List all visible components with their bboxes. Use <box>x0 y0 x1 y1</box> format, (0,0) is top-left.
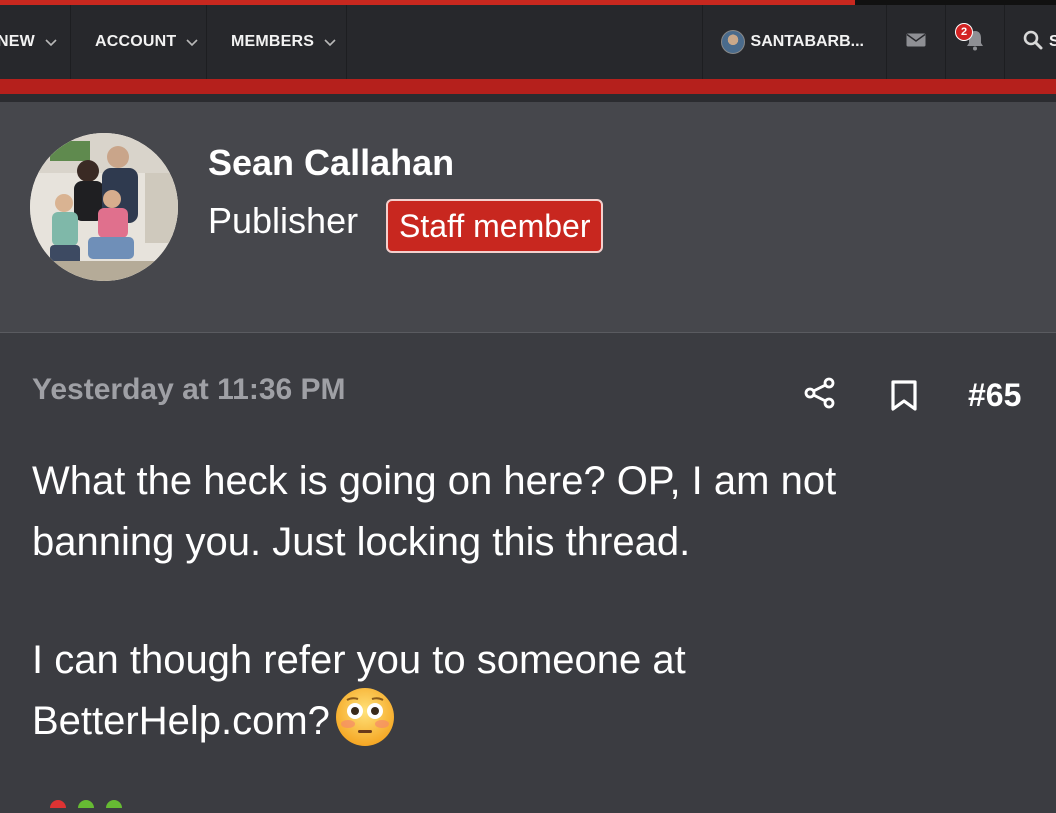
staff-member-badge: Staff member <box>386 199 604 253</box>
post-paragraph: What the heck is going on here? OP, I am… <box>32 451 1022 573</box>
user-avatar <box>720 30 745 54</box>
post-line: What the heck is going on here? OP, I am… <box>32 459 837 503</box>
nav-item-new[interactable]: NEW <box>0 5 71 79</box>
chevron-down-icon <box>186 36 198 50</box>
post-body: Yesterday at 11:36 PM #65 What the heck … <box>0 333 1056 813</box>
accent-red-bar <box>0 79 1056 94</box>
search-icon <box>1023 30 1043 55</box>
nav-item-new-label: NEW <box>0 33 35 50</box>
search-label: S <box>1049 33 1056 50</box>
post-message: What the heck is going on here? OP, I am… <box>32 451 1022 811</box>
user-menu[interactable]: SANTABARB... <box>701 5 886 79</box>
post-paragraph: I can though refer you to someone at Bet… <box>32 630 1022 754</box>
envelope-icon <box>906 33 926 52</box>
inbox-button[interactable] <box>886 5 945 79</box>
chevron-down-icon <box>324 36 336 50</box>
post-line: I can though refer you to someone at <box>32 638 686 682</box>
author-avatar[interactable] <box>30 133 178 281</box>
flushed-face-emoji-icon <box>334 686 396 748</box>
reaction-icons-peek[interactable] <box>40 795 130 813</box>
nav-right-group: SANTABARB... 2 S <box>701 5 1056 79</box>
bookmark-icon[interactable] <box>890 380 918 417</box>
nav-item-members[interactable]: MEMBERS <box>207 5 347 79</box>
nav-item-members-label: MEMBERS <box>231 33 315 50</box>
post-number-link[interactable]: #65 <box>968 377 1021 414</box>
author-name[interactable]: Sean Callahan <box>208 142 454 184</box>
nav-item-account-label: ACCOUNT <box>95 33 177 50</box>
post-line: banning you. Just locking this thread. <box>32 520 691 564</box>
author-title: Publisher <box>208 200 359 241</box>
alerts-button[interactable]: 2 <box>945 5 1004 79</box>
nav-item-account[interactable]: ACCOUNT <box>71 5 207 79</box>
top-navbar: NEW ACCOUNT MEMBERS SANTABARB... 2 S <box>0 5 1056 79</box>
post-timestamp[interactable]: Yesterday at 11:36 PM <box>32 373 346 407</box>
post-author-panel: Sean Callahan Publisher Staff member <box>0 102 1056 333</box>
search-button[interactable]: S <box>1004 5 1056 79</box>
header-divider <box>0 94 1056 102</box>
user-menu-name: SANTABARB... <box>750 33 864 50</box>
notification-count-badge: 2 <box>955 23 973 41</box>
chevron-down-icon <box>45 36 57 50</box>
post-line: BetterHelp.com? <box>32 699 330 743</box>
share-icon[interactable] <box>804 377 836 414</box>
